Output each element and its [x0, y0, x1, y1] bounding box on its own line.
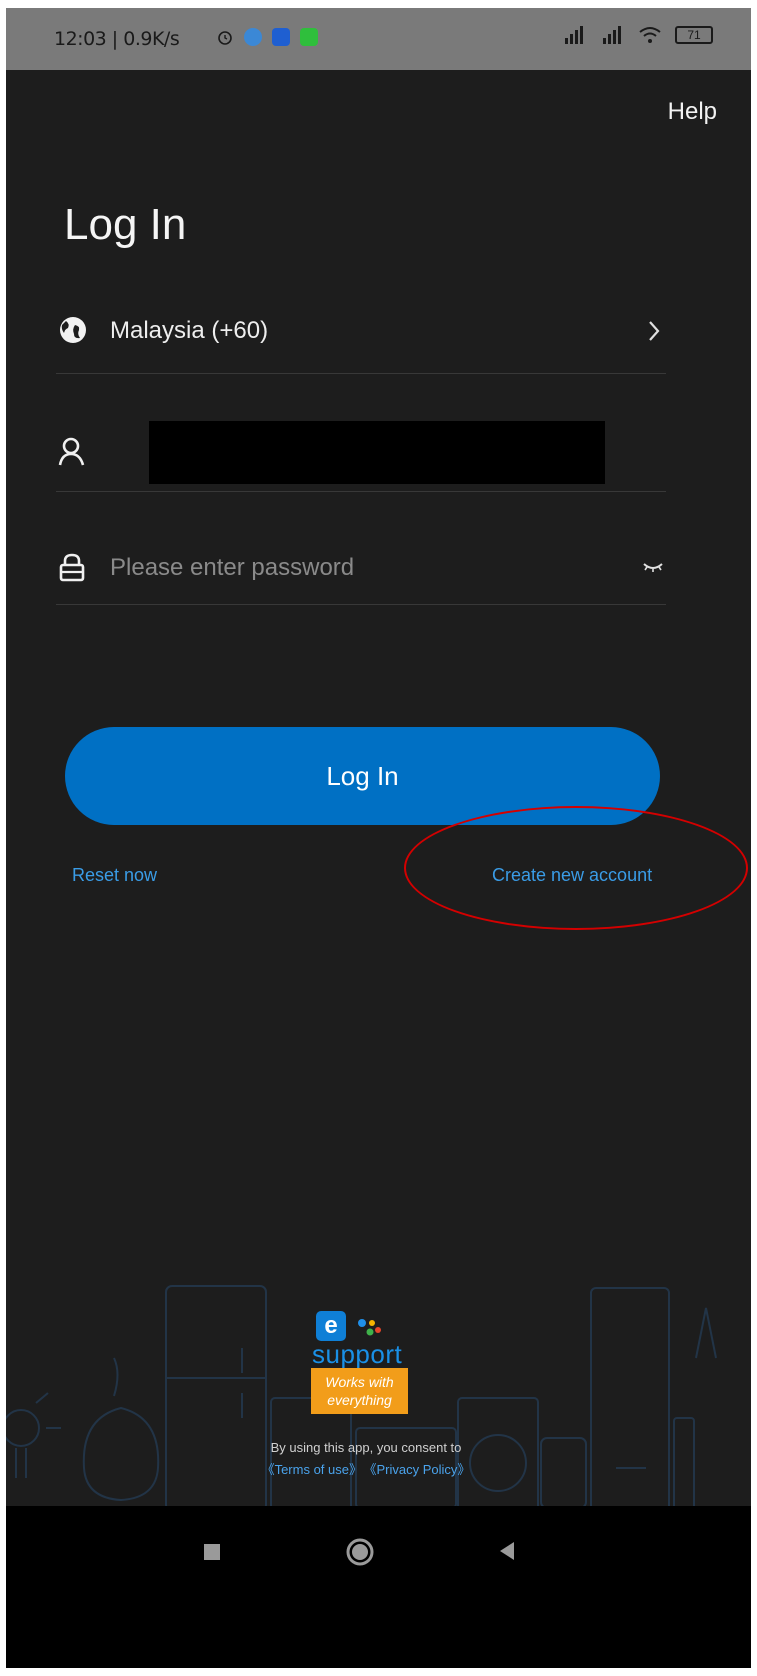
privacy-policy-link[interactable]: 《Privacy Policy》 [370, 1462, 470, 1477]
help-link[interactable]: Help [668, 98, 717, 126]
app-notification-icon-2 [272, 28, 290, 46]
eye-closed-icon[interactable] [642, 560, 664, 574]
back-icon[interactable] [498, 1541, 516, 1561]
stop-icon[interactable] [203, 1543, 221, 1561]
reset-password-link[interactable]: Reset now [72, 865, 157, 886]
app-screen: 12:03 | 0.9K/s 71 Help Log In Malaysia (… [6, 8, 751, 1668]
lock-icon [59, 553, 85, 582]
app-notification-icon-3 [300, 28, 318, 46]
terms-of-use-link[interactable]: 《Terms of use》 [262, 1462, 362, 1477]
wifi-icon [639, 27, 661, 43]
page-title: Log In [64, 200, 187, 249]
home-icon[interactable] [345, 1537, 375, 1567]
signal-icon [565, 26, 583, 44]
redacted-account-value [149, 421, 605, 484]
chevron-right-icon [649, 321, 660, 341]
battery-indicator: 71 [675, 26, 713, 44]
navigation-bar [6, 1506, 751, 1668]
logo-e-mark: e [316, 1311, 346, 1341]
logo-wordmark: support [312, 1339, 403, 1369]
phone-frame: 12:03 | 0.9K/s 71 Help Log In Malaysia (… [0, 0, 757, 1676]
country-label: Malaysia (+60) [110, 317, 269, 344]
globe-icon [60, 317, 86, 343]
legal-links: 《Terms of use》 《Privacy Policy》 [6, 1459, 726, 1478]
signal-icon-2 [603, 26, 621, 44]
status-notification-icons [216, 28, 318, 46]
app-notification-icon [244, 28, 262, 46]
country-selector[interactable]: Malaysia (+60) [56, 303, 666, 374]
status-bar: 12:03 | 0.9K/s 71 [6, 8, 751, 70]
account-field[interactable] [56, 421, 666, 492]
annotation-ellipse [404, 806, 748, 930]
alarm-icon [218, 31, 232, 45]
works-with-badge: Works with everything [311, 1368, 408, 1414]
consent-text: By using this app, you consent to [270, 1440, 462, 1455]
status-time-speed: 12:03 | 0.9K/s [54, 28, 180, 50]
password-field[interactable]: Please enter password [56, 538, 666, 605]
status-system-icons: 71 [563, 26, 713, 44]
user-icon [58, 437, 85, 466]
password-placeholder: Please enter password [110, 554, 355, 581]
